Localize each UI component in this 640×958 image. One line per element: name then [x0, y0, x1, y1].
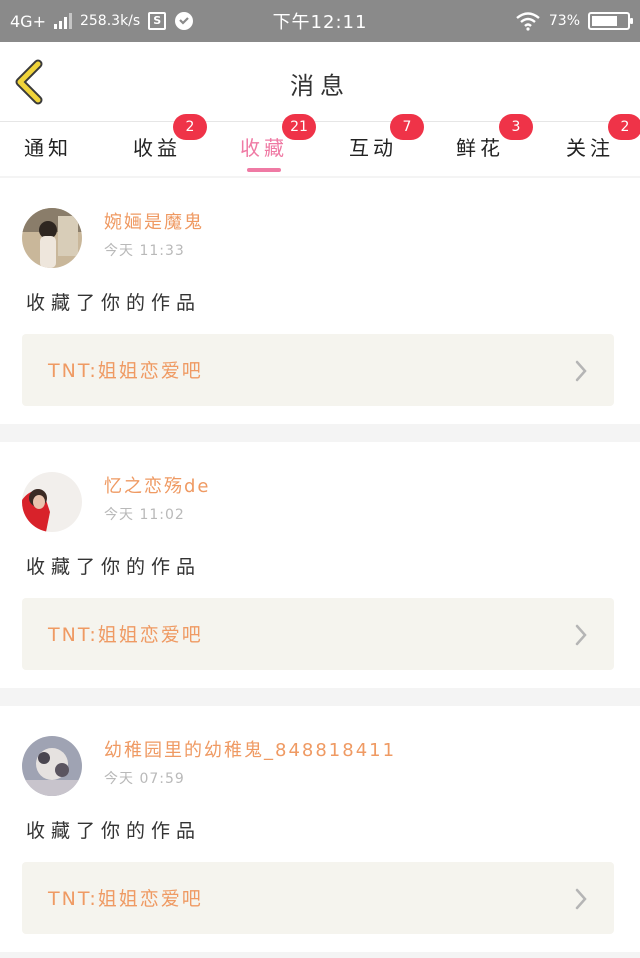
message-text: 收藏了你的作品	[26, 820, 202, 842]
message-text: 收藏了你的作品	[26, 556, 202, 578]
work-link[interactable]: TNT:姐姐恋爱吧	[22, 598, 614, 670]
tab-notifications[interactable]: 通知	[8, 122, 88, 176]
shield-heart-icon	[175, 12, 194, 30]
username-link[interactable]: 幼稚园里的幼稚鬼_848818411	[104, 736, 396, 762]
status-right: 73%	[390, 11, 633, 31]
badge-count: 2	[173, 114, 207, 140]
timestamp: 今天 11:02	[104, 507, 185, 523]
header: 消息	[0, 42, 640, 122]
avatar[interactable]	[22, 472, 82, 532]
badge-count: 2	[608, 114, 640, 140]
status-time: 下午12:11	[272, 12, 368, 33]
s-app-icon: S	[148, 12, 167, 30]
work-link[interactable]: TNT:姐姐恋爱吧	[22, 862, 614, 934]
tab-flowers[interactable]: 鲜花 3	[440, 114, 533, 176]
tab-favorites[interactable]: 收藏 21	[224, 114, 316, 176]
chevron-right-icon	[575, 360, 587, 382]
battery-percent: 73%	[548, 13, 580, 29]
work-title: TNT:姐姐恋爱吧	[48, 888, 203, 910]
username-link[interactable]: 婉婳是魔鬼	[104, 208, 204, 234]
chevron-right-icon	[575, 888, 587, 910]
network-speed: 258.3k/s	[79, 13, 141, 29]
tab-following[interactable]: 关注 2	[550, 114, 640, 176]
message-card: 幼稚园里的幼稚鬼_848818411 今天 07:59 收藏了你的作品 TNT:…	[0, 706, 640, 952]
message-text: 收藏了你的作品	[26, 292, 202, 314]
avatar[interactable]	[22, 736, 82, 796]
tab-label: 通知	[24, 136, 72, 160]
page-title: 消息	[290, 72, 350, 100]
battery-icon	[588, 12, 633, 30]
tab-earnings[interactable]: 收益 2	[117, 114, 207, 176]
avatar[interactable]	[22, 208, 82, 268]
status-bar: 4G+ 258.3k/s S 下午12:11 73%	[0, 0, 640, 42]
chevron-right-icon	[575, 624, 587, 646]
network-type: 4G+	[10, 11, 46, 31]
timestamp: 今天 11:33	[104, 243, 185, 259]
badge-count: 3	[499, 114, 533, 140]
work-title: TNT:姐姐恋爱吧	[48, 360, 203, 382]
timestamp: 今天 07:59	[104, 771, 185, 787]
battery-level	[592, 16, 617, 26]
badge-count: 7	[390, 114, 424, 140]
tab-bar: 通知 收益 2 收藏 21 互动 7 鲜花 3 关注 2	[0, 114, 640, 176]
wifi-icon	[516, 12, 540, 31]
badge-count: 21	[282, 114, 316, 140]
active-tab-indicator	[247, 168, 281, 172]
message-card: 婉婳是魔鬼 今天 11:33 收藏了你的作品 TNT:姐姐恋爱吧	[0, 178, 640, 424]
work-title: TNT:姐姐恋爱吧	[48, 624, 203, 646]
signal-icon	[53, 13, 72, 29]
work-link[interactable]: TNT:姐姐恋爱吧	[22, 334, 614, 406]
message-card: 忆之恋殇de 今天 11:02 收藏了你的作品 TNT:姐姐恋爱吧	[0, 442, 640, 688]
status-left: 4G+ 258.3k/s S	[10, 11, 250, 31]
tab-interactions[interactable]: 互动 7	[333, 114, 424, 176]
username-link[interactable]: 忆之恋殇de	[104, 472, 211, 498]
